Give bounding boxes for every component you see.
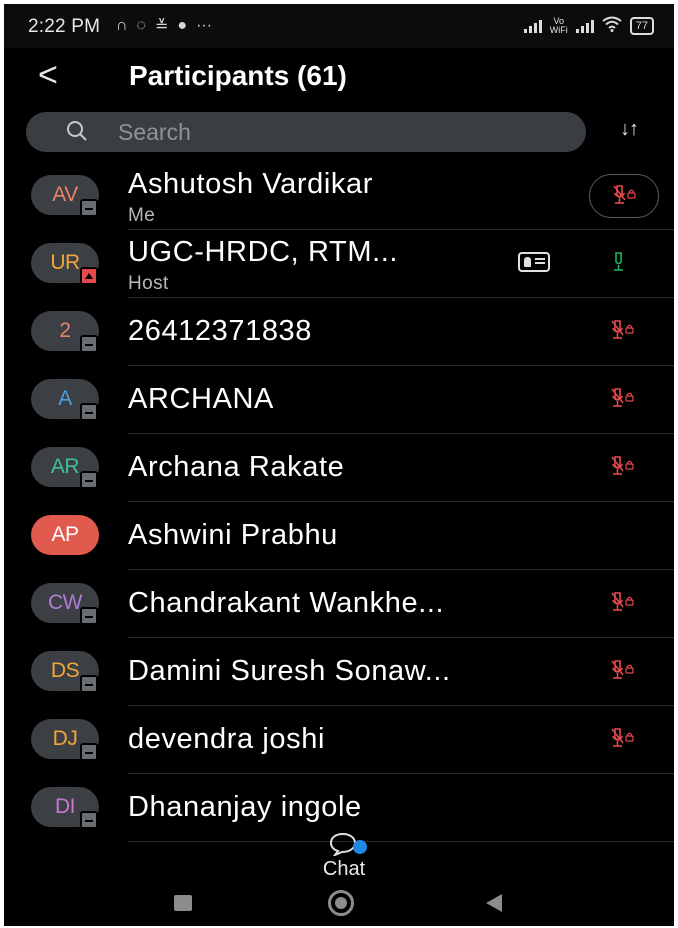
chat-label: Chat [322, 858, 366, 880]
avatar: AP [31, 515, 99, 555]
participant-row[interactable]: A ARCHANA [4, 366, 674, 434]
phone-device-icon [80, 403, 98, 421]
participant-role: Host [128, 273, 169, 294]
participant-row[interactable]: UR UGC-HRDC, RTM... Host [4, 230, 674, 298]
system-back-button[interactable] [486, 894, 502, 912]
page-title: Participants (61) [129, 60, 347, 91]
back-button[interactable]: < [38, 56, 58, 95]
muted-mic-icon[interactable] [610, 319, 636, 343]
status-bar: 2:22 PM ∩ ◌ ≚ ● ··· Vo WiFi 77 [4, 4, 674, 48]
participant-row[interactable]: CW Chandrakant Wankhe... [4, 570, 674, 638]
system-icons: Vo WiFi 77 [523, 16, 654, 36]
headset-icon: ∩ [116, 17, 128, 34]
phone-device-icon [80, 607, 98, 625]
participant-name: ARCHANA [128, 383, 274, 415]
participant-name: Archana Rakate [128, 451, 345, 483]
home-button[interactable] [328, 890, 354, 916]
participant-name: Ashwini Prabhu [128, 519, 338, 551]
battery-icon: 77 [629, 17, 654, 35]
phone-screen: 2:22 PM ∩ ◌ ≚ ● ··· Vo WiFi 77 < Partici… [4, 4, 674, 926]
participant-row[interactable]: DJ devendra joshi [4, 706, 674, 774]
participant-row[interactable]: AV Ashutosh Vardikar Me [4, 162, 674, 230]
participant-name: devendra joshi [128, 723, 326, 755]
participant-name: UGC-HRDC, RTM... [128, 236, 399, 268]
search-icon [67, 121, 87, 141]
participant-name: 26412371838 [128, 315, 313, 347]
participant-name: Ashutosh Vardikar [128, 168, 374, 200]
search-bar[interactable] [26, 112, 586, 152]
participant-list: AV Ashutosh Vardikar Me UR UGC-HRDC, RTM... H… [4, 162, 674, 842]
participant-row[interactable]: DS Damini Suresh Sonaw... [4, 638, 674, 706]
unread-indicator [353, 840, 367, 854]
muted-mic-icon[interactable] [610, 387, 636, 411]
jio-icon: ● [177, 17, 188, 34]
notification-icons: ∩ ◌ ≚ ● ··· [116, 16, 212, 36]
phone-device-icon [80, 199, 98, 217]
status-time: 2:22 PM [28, 16, 101, 37]
participant-row[interactable]: 2 26412371838 [4, 298, 674, 366]
recent-apps-button[interactable] [174, 895, 192, 911]
muted-mic-icon[interactable] [612, 184, 638, 208]
participant-name: Damini Suresh Sonaw... [128, 655, 451, 687]
participant-name: Chandrakant Wankhe... [128, 587, 445, 619]
self-mute-button[interactable] [589, 174, 659, 218]
contact-card-icon [518, 252, 550, 272]
signal-icon-2 [575, 19, 594, 33]
whatsapp-icon: ◌ [136, 17, 147, 34]
phone-device-icon [80, 471, 98, 489]
wifi-icon [602, 16, 622, 36]
phone-device-icon [80, 743, 98, 761]
header: < Participants (61) [4, 48, 674, 108]
participant-row[interactable]: AP Ashwini Prabhu [4, 502, 674, 570]
vowifi-icon: Vo WiFi [549, 16, 568, 35]
muted-mic-icon[interactable] [610, 591, 636, 615]
share-screen-icon [80, 267, 98, 285]
muted-mic-icon[interactable] [610, 659, 636, 683]
signal-disabled-icon: ≚ [155, 18, 169, 35]
participant-row[interactable]: AR Archana Rakate [4, 434, 674, 502]
phone-device-icon [80, 675, 98, 693]
phone-device-icon [80, 335, 98, 353]
phone-device-icon [80, 811, 98, 829]
mic-icon[interactable] [610, 251, 636, 275]
sort-button[interactable]: ↓↑ [620, 118, 639, 141]
system-navigation-bar [4, 884, 674, 926]
divider [128, 841, 674, 842]
signal-icon [523, 19, 542, 33]
search-input[interactable] [118, 119, 558, 145]
participant-role: Me [128, 205, 156, 226]
muted-mic-icon[interactable] [610, 727, 636, 751]
more-dots-icon: ··· [196, 17, 213, 34]
muted-mic-icon[interactable] [610, 455, 636, 479]
participant-name: Dhananjay ingole [128, 791, 362, 823]
